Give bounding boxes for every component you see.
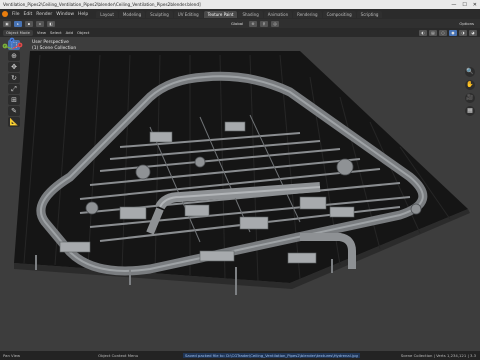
editor-header: ▣ ▸ ▪ ▫ ◧ Global ⊙ ⚲ ◎ Options — [0, 19, 480, 28]
top-menubar: File Edit Render Window Help Layout Mode… — [0, 9, 480, 26]
options-dropdown[interactable]: Options — [456, 21, 477, 26]
3d-viewport[interactable]: User Perspective (1) Scene Collection ⬚ … — [0, 37, 480, 351]
move-tool-icon[interactable]: ✥ — [8, 62, 20, 72]
tab-texture-paint[interactable]: Texture Paint — [203, 10, 238, 18]
collection-name: (1) Scene Collection — [32, 46, 77, 51]
menu-help[interactable]: Help — [78, 12, 88, 17]
tab-animation[interactable]: Animation — [263, 10, 293, 18]
gizmo-z-label: Z — [11, 38, 13, 42]
tab-modeling[interactable]: Modeling — [118, 10, 146, 18]
xray-icon[interactable]: ▤ — [429, 29, 437, 36]
shading-material-icon[interactable]: ◑ — [459, 29, 467, 36]
status-context-menu: Object Context Menu — [98, 353, 139, 358]
tab-sculpting[interactable]: Sculpting — [146, 10, 173, 18]
menu-add[interactable]: Add — [66, 30, 73, 35]
shading-wire-icon[interactable]: ○ — [439, 29, 447, 36]
scale-tool-icon[interactable]: ⤢ — [8, 84, 20, 94]
select-invert-button[interactable]: ◧ — [47, 20, 55, 27]
menu-window[interactable]: Window — [56, 12, 74, 17]
menu-render[interactable]: Render — [36, 12, 52, 17]
navigation-gizmo[interactable]: X Y Z — [0, 37, 24, 59]
measure-tool-icon[interactable]: 📐 — [8, 117, 20, 127]
annotate-tool-icon[interactable]: ✎ — [8, 106, 20, 116]
scene-stats: Scene Collection | Verts 1,234,121 | 3.3 — [400, 353, 476, 358]
snap-icon[interactable]: ⚲ — [260, 20, 269, 27]
status-message: Saved packed file to: D:\CGTrader\Ceilin… — [183, 353, 360, 358]
status-pan-view: Pan View — [3, 353, 21, 358]
menu-object[interactable]: Object — [77, 30, 89, 35]
status-bar: Pan View Object Context Menu Saved packe… — [0, 351, 480, 360]
viewport-overlays-icon[interactable]: ◐ — [419, 29, 427, 36]
workspace-tabs: Layout Modeling Sculpting UV Editing Tex… — [96, 10, 383, 18]
tab-uv-editing[interactable]: UV Editing — [173, 10, 203, 18]
maximize-button[interactable]: ☐ — [462, 2, 466, 8]
menu-select[interactable]: Select — [50, 30, 62, 35]
menu-edit[interactable]: Edit — [24, 12, 33, 17]
transform-tool-icon[interactable]: ⊞ — [8, 95, 20, 105]
camera-view-icon[interactable]: 🎥 — [465, 93, 475, 103]
ortho-grid-icon[interactable]: ▦ — [465, 106, 475, 116]
shading-solid-icon[interactable]: ● — [449, 29, 457, 36]
orientation-dropdown[interactable]: Global — [228, 21, 246, 26]
tab-shading[interactable]: Shading — [238, 10, 263, 18]
tab-compositing[interactable]: Compositing — [322, 10, 356, 18]
select-extend-button[interactable]: ▪ — [25, 20, 33, 27]
viewport-tool-header: Object Mode View Select Add Object ◐ ▤ ○… — [0, 28, 480, 37]
zoom-icon[interactable]: 🔍 — [465, 67, 475, 77]
editor-type-icon[interactable]: ▣ — [3, 20, 11, 27]
close-button[interactable]: ✕ — [473, 2, 477, 8]
blender-logo-icon[interactable] — [2, 11, 8, 17]
proportional-edit-icon[interactable]: ◎ — [271, 20, 280, 27]
tab-scripting[interactable]: Scripting — [356, 10, 383, 18]
pivot-icon[interactable]: ⊙ — [249, 20, 258, 27]
select-subtract-button[interactable]: ▫ — [36, 20, 44, 27]
select-mode-button[interactable]: ▸ — [14, 20, 22, 27]
ceiling-ventilation-model — [14, 51, 470, 295]
pan-hand-icon[interactable]: ✋ — [465, 80, 475, 90]
window-title: Ventilation_Pipes2\Ceiling_Ventilation_P… — [3, 2, 201, 7]
window-titlebar: Ventilation_Pipes2\Ceiling_Ventilation_P… — [0, 0, 480, 9]
viewport-nav-buttons: 🔍 ✋ 🎥 ▦ — [465, 67, 475, 116]
object-mode-dropdown[interactable]: Object Mode — [3, 29, 33, 36]
minimize-button[interactable]: — — [451, 2, 456, 8]
rotate-tool-icon[interactable]: ↻ — [8, 73, 20, 83]
tab-layout[interactable]: Layout — [96, 10, 118, 18]
gizmo-x-label: X — [19, 43, 21, 47]
tab-rendering[interactable]: Rendering — [293, 10, 322, 18]
menu-file[interactable]: File — [12, 12, 20, 17]
shading-rendered-icon[interactable]: ◕ — [469, 29, 477, 36]
gizmo-y-label: Y — [4, 44, 6, 48]
menu-view[interactable]: View — [37, 30, 46, 35]
viewport-info: User Perspective (1) Scene Collection — [32, 40, 76, 52]
